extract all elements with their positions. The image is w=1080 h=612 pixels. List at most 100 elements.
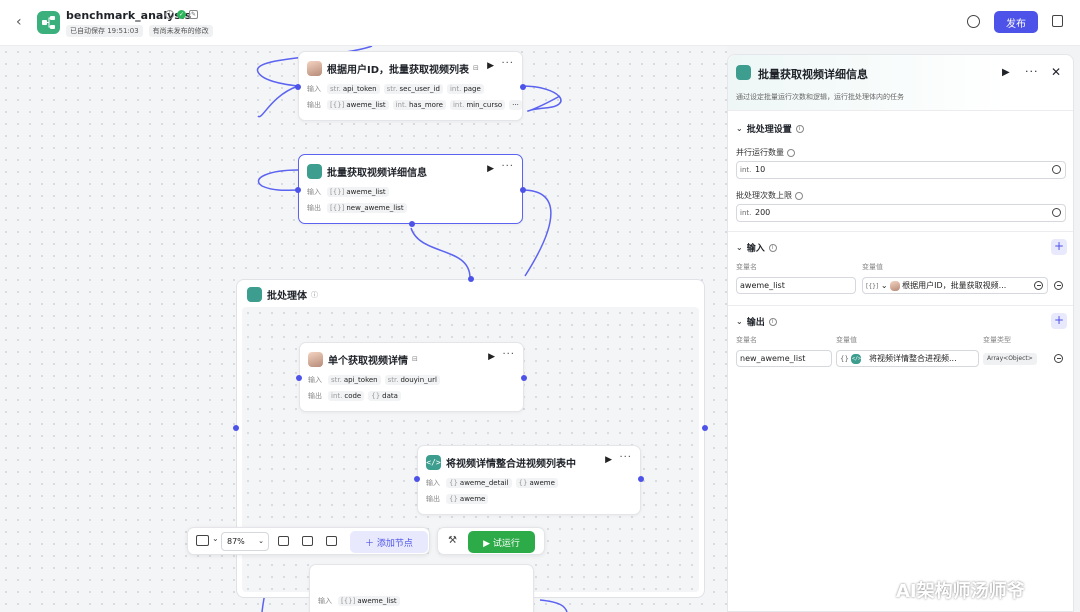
column-header: 变量名 — [736, 263, 757, 271]
group-right-port[interactable] — [702, 425, 708, 431]
comment-icon[interactable] — [278, 536, 289, 546]
check-icon: ✓ — [177, 10, 186, 19]
output-port[interactable] — [520, 84, 526, 90]
more-icon[interactable]: ··· — [619, 452, 632, 463]
batch-icon — [736, 65, 751, 80]
panel-title: 批量获取视频详细信息 — [758, 68, 868, 81]
param-chip: [{}] aweme_list — [327, 100, 389, 110]
node-title: 根据用户ID，批量获取视频列表 — [327, 64, 470, 76]
info-icon[interactable]: i — [165, 10, 174, 19]
node-next[interactable]: 输入 [{}] aweme_list — [309, 564, 534, 612]
avatar-icon — [307, 60, 322, 76]
variable-ref-icon[interactable] — [1052, 208, 1061, 217]
input-label: 输入 — [307, 85, 321, 93]
output-port[interactable] — [521, 375, 527, 381]
minimap-icon[interactable] — [196, 535, 209, 546]
play-icon[interactable]: ▶ — [605, 455, 612, 465]
output-port[interactable] — [520, 187, 526, 193]
play-icon[interactable]: ▶ — [487, 61, 494, 71]
remove-input-icon[interactable] — [1054, 281, 1063, 290]
more-icon[interactable]: ··· — [501, 161, 514, 172]
edge — [539, 599, 568, 612]
code-icon: </> — [851, 353, 862, 364]
copy-icon[interactable] — [1052, 15, 1063, 27]
run-toolbar: ⚒ ▶ 试运行 — [437, 527, 545, 555]
param-chip: int. has_more — [392, 100, 446, 110]
wrench-icon[interactable]: ⚒ — [448, 535, 457, 546]
publish-button[interactable]: 发布 — [994, 11, 1038, 33]
output-label: 输出 — [307, 101, 321, 109]
param-chip: {} aweme — [515, 478, 558, 488]
param-chip: {} aweme — [446, 494, 489, 504]
input-label: 输入 — [308, 376, 322, 384]
plugin-icon: ⊟ — [412, 355, 418, 363]
output-var-ref-select[interactable]: {} </> 将视频详情整合进视频... — [836, 350, 979, 367]
output-type-badge: Array<Object> — [983, 353, 1037, 365]
input-section-header[interactable]: ⌄ 输入 i — [736, 241, 777, 254]
add-input-button[interactable]: + — [1051, 239, 1067, 255]
edge — [521, 85, 562, 112]
input-var-name-field[interactable]: aweme_list — [736, 277, 856, 294]
input-var-ref-select[interactable]: [{}] ⌄ 根据用户ID，批量获取视频... — [862, 277, 1048, 294]
app-logo-icon — [37, 11, 60, 34]
zoom-select[interactable]: 87% ⌄ — [221, 532, 269, 551]
test-run-button[interactable]: ▶ 试运行 — [468, 531, 535, 553]
grid-icon[interactable] — [302, 536, 313, 546]
input-port[interactable] — [295, 84, 301, 90]
info-icon[interactable]: i — [768, 243, 777, 252]
node-merge-detail[interactable]: </> 将视频详情整合进视频列表中 ▶ ··· 输入 {} aweme_detai… — [414, 445, 644, 515]
info-icon[interactable] — [787, 148, 795, 157]
autosave-status: 已自动保存 19:51:03 — [66, 25, 143, 37]
input-port[interactable] — [414, 476, 420, 482]
node-title: 将视频详情整合进视频列表中 — [446, 458, 576, 470]
input-label: 输入 — [318, 597, 332, 605]
back-arrow-icon[interactable]: ‹ — [16, 14, 30, 30]
more-icon[interactable]: ··· — [1025, 65, 1039, 78]
column-header: 变量名 — [736, 336, 757, 344]
more-params-icon[interactable]: ··· — [509, 100, 522, 110]
batch-icon — [307, 163, 322, 179]
group-left-port[interactable] — [233, 425, 239, 431]
param-chip: str. sec_user_id — [383, 84, 443, 94]
more-icon[interactable]: ··· — [502, 349, 515, 360]
divider — [728, 305, 1073, 306]
variable-ref-icon[interactable] — [1034, 281, 1043, 290]
group-top-port[interactable] — [468, 276, 474, 282]
info-icon[interactable]: i — [795, 124, 804, 133]
history-icon[interactable] — [967, 15, 980, 28]
output-section-header[interactable]: ⌄ 输出 i — [736, 315, 777, 328]
output-label: 输出 — [308, 392, 322, 400]
canvas-toolbar: ⌄ 87% ⌄ ＋ 添加节点 — [187, 527, 430, 555]
play-icon[interactable]: ▶ — [1002, 67, 1010, 78]
add-node-button[interactable]: ＋ 添加节点 — [350, 531, 428, 553]
node-get-single-detail[interactable]: 单个获取视频详情 ⊟ ▶ ··· 输入 str. api_token str. do… — [296, 342, 527, 412]
param-chip: int. code — [328, 391, 365, 401]
parallel-count-input[interactable]: int. 10 — [736, 161, 1066, 179]
input-port[interactable] — [296, 375, 302, 381]
input-port[interactable] — [295, 187, 301, 193]
output-port[interactable] — [638, 476, 644, 482]
play-icon[interactable]: ▶ — [487, 164, 494, 174]
edit-icon[interactable]: ✎ — [189, 10, 198, 19]
node-get-video-list[interactable]: 根据用户ID，批量获取视频列表 ⊟ ▶ ··· 输入 str. api_token… — [295, 51, 526, 121]
close-icon[interactable]: ✕ — [1051, 65, 1061, 79]
param-chip: str. api_token — [328, 375, 381, 385]
remove-output-icon[interactable] — [1054, 354, 1063, 363]
node-batch-get-details[interactable]: 批量获取视频详细信息 ▶ ··· 输入 [{}] aweme_list 输出 [{… — [295, 154, 526, 227]
batch-limit-input[interactable]: int. 200 — [736, 204, 1066, 222]
add-output-button[interactable]: + — [1051, 313, 1067, 329]
more-icon[interactable]: ··· — [501, 58, 514, 69]
param-chip: [{}] aweme_list — [327, 187, 389, 197]
output-label: 输出 — [307, 204, 321, 212]
batch-port[interactable] — [409, 221, 415, 227]
info-icon[interactable]: i — [768, 317, 777, 326]
chevron-down-icon[interactable]: ⌄ — [212, 534, 219, 543]
output-var-name-field[interactable]: new_aweme_list — [736, 350, 832, 367]
chevron-down-icon: ⌄ — [736, 124, 743, 133]
play-icon[interactable]: ▶ — [488, 352, 495, 362]
info-icon[interactable]: ⓘ — [311, 290, 318, 300]
batch-settings-header[interactable]: ⌄ 批处理设置 i — [736, 122, 804, 135]
image-icon[interactable] — [326, 536, 337, 546]
variable-ref-icon[interactable] — [1052, 165, 1061, 174]
info-icon[interactable] — [795, 191, 803, 200]
